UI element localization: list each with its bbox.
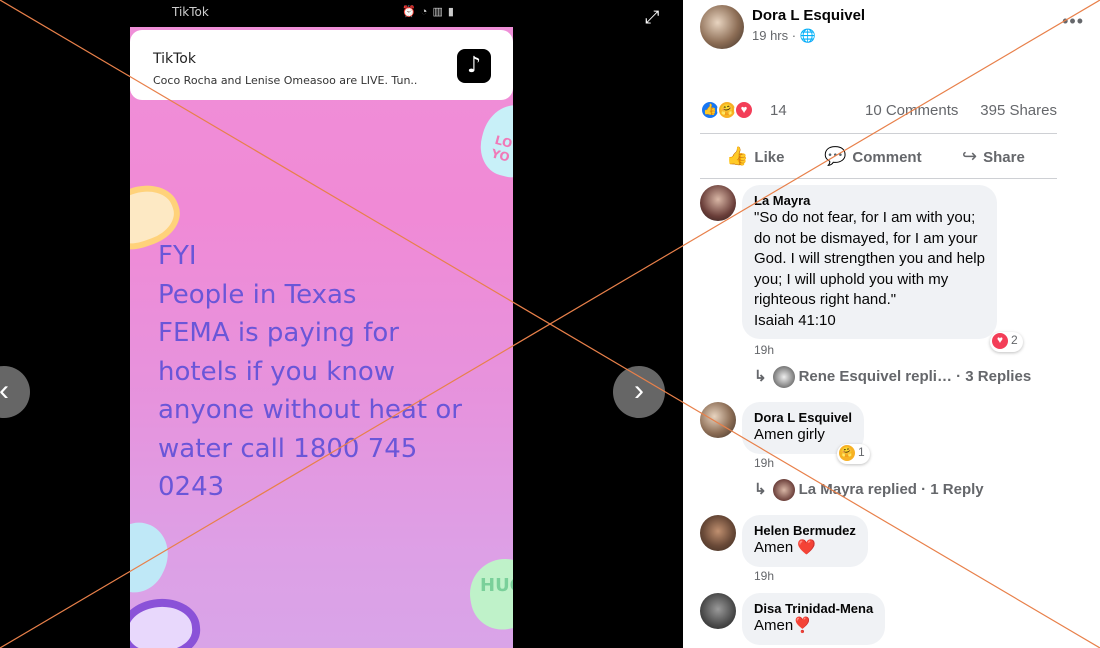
comment-time[interactable]: 19h xyxy=(754,456,774,470)
comments-count[interactable]: 10 Comments xyxy=(865,102,958,119)
notification-app-name: TikTok xyxy=(153,51,196,67)
comment-reaction-count: 1 xyxy=(858,445,865,460)
overlay-line: hotels if you know xyxy=(158,356,395,387)
comment-text: Isaiah 41:10 xyxy=(754,311,836,329)
share-label: Share xyxy=(983,149,1025,166)
comment-icon: 💬 xyxy=(824,146,847,166)
avatar xyxy=(772,366,795,388)
comment-text: "So do not fear, for I am with you; xyxy=(754,209,976,226)
post-actions: 👍 Like 💬 Comment ↪ Share xyxy=(700,138,1057,176)
overlay-line: 0243 xyxy=(158,472,225,502)
overlay-line: People in Texas xyxy=(158,279,357,310)
shares-count[interactable]: 395 Shares xyxy=(980,102,1057,119)
comment-text: Amen❣️ xyxy=(754,617,812,634)
tiktok-logo-icon: ♪ xyxy=(457,49,491,83)
comment-text: Amen girly xyxy=(754,426,825,443)
view-replies-link[interactable]: ↳ La Mayra replied · 1 Reply xyxy=(754,479,984,501)
avatar xyxy=(772,479,795,501)
divider xyxy=(700,133,1057,134)
next-photo-button[interactable]: › xyxy=(613,366,665,418)
heart-text: HUG xyxy=(480,575,513,596)
candy-heart-decoration xyxy=(130,512,179,602)
love-reaction-icon: ♥ xyxy=(992,333,1008,349)
overlay-text: FYI People in Texas FEMA is paying for h… xyxy=(158,237,508,507)
comment-label: Comment xyxy=(852,149,922,166)
avatar[interactable] xyxy=(700,402,736,438)
status-icons: ⏰ ◔ ▥ ▮ xyxy=(402,6,455,18)
comment-author[interactable]: Helen Bermudez xyxy=(754,523,856,538)
reactions-count[interactable]: 14 xyxy=(770,102,787,119)
previous-photo-button[interactable]: ‹ xyxy=(0,366,30,418)
comment-author[interactable]: Dora L Esquivel xyxy=(754,410,852,425)
screenshot-image: LO YO HUG TikTok Coco Rocha and Lenise O… xyxy=(130,27,513,648)
comment-text: you; I will uphold you with my xyxy=(754,270,949,288)
post-header: Dora L Esquivel 19 hrs · 🌐 ••• xyxy=(700,5,1090,49)
comment-time[interactable]: 19h xyxy=(754,569,774,583)
divider xyxy=(700,178,1057,179)
comment-button[interactable]: 💬 Comment xyxy=(824,146,922,167)
overlay-line: water call 1800 745 xyxy=(158,433,418,464)
overlay-line: FEMA is paying for xyxy=(158,318,399,348)
comment-text: Amen ❤️ xyxy=(754,539,817,556)
overlay-line: anyone without heat or xyxy=(158,395,462,425)
comment-bubble: La Mayra "So do not fear, for I am with … xyxy=(742,185,997,339)
comment-reaction-badge[interactable]: 🤗 1 xyxy=(837,444,870,464)
comment-author[interactable]: La Mayra xyxy=(754,193,985,208)
comment-text: righteous right hand." xyxy=(754,291,897,308)
candy-heart-decoration xyxy=(130,595,203,648)
more-options-icon[interactable]: ••• xyxy=(1062,11,1084,32)
post-panel: Dora L Esquivel 19 hrs · 🌐 ••• 👍 🤗 ♥ 14 … xyxy=(683,0,1100,648)
avatar[interactable] xyxy=(700,185,736,221)
share-button[interactable]: ↪ Share xyxy=(962,146,1025,167)
avatar[interactable] xyxy=(700,515,736,551)
comment-bubble: Helen Bermudez Amen ❤️ xyxy=(742,515,868,567)
comment-text: do not be dismayed, for I am your xyxy=(754,229,978,247)
thumbs-up-icon: 👍 xyxy=(726,146,749,166)
comment-author[interactable]: Disa Trinidad-Mena xyxy=(754,601,873,616)
notification-message: Coco Rocha and Lenise Omeasoo are LIVE. … xyxy=(153,74,418,87)
expand-icon[interactable]: ⤢ xyxy=(645,7,667,29)
status-app-name: TikTok xyxy=(172,5,209,19)
overlay-line: FYI xyxy=(158,241,197,271)
replies-text: Rene Esquivel repli… · 3 Replies xyxy=(798,367,1032,385)
love-reaction-icon: ♥ xyxy=(734,100,754,120)
tiktok-notification: TikTok Coco Rocha and Lenise Omeasoo are… xyxy=(130,30,513,100)
care-reaction-icon: 🤗 xyxy=(839,445,855,461)
post-timestamp[interactable]: 19 hrs · 🌐 xyxy=(752,28,816,44)
like-label: Like xyxy=(754,149,785,166)
phone-status-bar: TikTok ⏰ ◔ ▥ ▮ xyxy=(130,0,513,27)
comment-text: God. I will strengthen you and help xyxy=(754,250,985,267)
share-icon: ↪ xyxy=(962,146,978,166)
comment-bubble: Disa Trinidad-Mena Amen❣️ xyxy=(742,593,886,645)
comment-reaction-count: 2 xyxy=(1011,333,1018,348)
view-replies-link[interactable]: ↳ Rene Esquivel repli… · 3 Replies xyxy=(754,366,1031,388)
comment-time[interactable]: 19h xyxy=(754,343,774,357)
reactions-summary: 👍 🤗 ♥ 14 10 Comments 395 Shares xyxy=(700,99,1057,123)
like-button[interactable]: 👍 Like xyxy=(726,146,784,167)
avatar[interactable] xyxy=(700,593,736,629)
avatar[interactable] xyxy=(700,5,744,49)
media-viewer: TikTok ⏰ ◔ ▥ ▮ LO YO HUG TikTok Coco Roc… xyxy=(0,0,683,648)
comment-reaction-badge[interactable]: ♥ 2 xyxy=(990,332,1023,352)
post-author[interactable]: Dora L Esquivel xyxy=(752,7,865,24)
replies-text: La Mayra replied · 1 Reply xyxy=(798,480,984,498)
